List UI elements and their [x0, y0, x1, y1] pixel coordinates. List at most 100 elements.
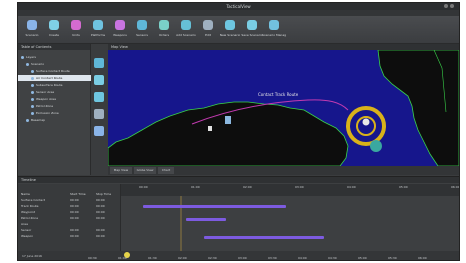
- timeline-start: 00:00: [70, 216, 79, 220]
- edit-icon: [203, 20, 213, 30]
- timeline-row[interactable]: Area: [18, 222, 120, 227]
- tree-item-label: Weapon Area: [36, 97, 56, 101]
- col-start: Start Time: [70, 192, 86, 196]
- toolbar-button-9[interactable]: New Scenario: [220, 19, 240, 41]
- timeline-tracks[interactable]: [121, 196, 459, 251]
- timeline-stop: 00:00: [96, 228, 105, 232]
- tab-map-view[interactable]: Map View: [110, 167, 132, 174]
- map-canvas[interactable]: Contact Track Route: [108, 50, 459, 166]
- timeline-row[interactable]: Track Route 00:00 00:00: [18, 204, 120, 209]
- scrubber-tick: 01:00: [118, 256, 127, 260]
- track-bar[interactable]: [204, 236, 324, 239]
- scrubber-tick: 05:30: [388, 256, 397, 260]
- toolbar-label: Sensors: [136, 33, 148, 37]
- layer-tool-icon[interactable]: [94, 58, 104, 68]
- layer-icon: [26, 118, 29, 122]
- app-window: TacticalView File Edit View Help Scenari…: [17, 2, 460, 261]
- track-bar[interactable]: [143, 205, 286, 208]
- minimize-button[interactable]: [444, 4, 448, 8]
- toolbar-button-11[interactable]: Scenario Manager: [262, 19, 286, 41]
- timeline-panel: Timeline Name Start Time Stop Time Surfa…: [18, 176, 459, 260]
- toolbar-button-5[interactable]: Sensors: [132, 19, 152, 41]
- col-stop: Stop Time: [96, 192, 112, 196]
- toolbar-label: New Scenario: [219, 33, 241, 37]
- toolbar-button-4[interactable]: Weapons: [110, 19, 130, 41]
- toolbar-button-2[interactable]: Units: [66, 19, 86, 41]
- timeline-name: Sensor: [21, 228, 32, 232]
- timeline-ruler: 00:00 01:00 02:00 03:00 04:00 05:00 06:00: [121, 184, 459, 196]
- toolbar-button-3[interactable]: Platforms: [88, 19, 108, 41]
- ruler-tick: 06:00: [451, 185, 460, 189]
- select-tool-icon[interactable]: [94, 75, 104, 85]
- tree-item[interactable]: Scenario: [18, 61, 98, 67]
- ruler-tick: 04:00: [347, 185, 356, 189]
- tree-item-label: Sensor Area: [36, 90, 55, 94]
- tree-item-label: Basemap: [31, 118, 45, 122]
- scrubber-tick: 00:30: [88, 256, 97, 260]
- toolbar: Scenario Create Units Platforms Weapons Senso…: [18, 16, 459, 44]
- timeline-row[interactable]: Patrol Zone 00:00 00:00: [18, 216, 120, 221]
- timeline-row[interactable]: Waypoint 00:00 00:00: [18, 210, 120, 215]
- timeline-stop: 00:00: [96, 234, 105, 238]
- timeline-scrubber[interactable]: 17 June 2016 00:30 01:00 01:30 02:00 02:30 03…: [18, 251, 459, 260]
- col-name: Name: [21, 192, 30, 196]
- scrubber-tick: 01:30: [148, 256, 157, 260]
- timeline-start: 00:00: [70, 234, 79, 238]
- close-button[interactable]: [450, 4, 454, 8]
- new-scenario-icon: [225, 20, 235, 30]
- create-icon: [49, 20, 59, 30]
- timeline-start: 00:00: [70, 210, 79, 214]
- timeline-row[interactable]: Weapon 00:00 00:00: [18, 234, 120, 239]
- unit-marker-icon[interactable]: [370, 140, 382, 152]
- toolbar-label: Save Scenario: [241, 33, 263, 37]
- orders-icon: [159, 20, 169, 30]
- scrubber-tick: 04:30: [328, 256, 337, 260]
- waypoint-marker-icon[interactable]: [225, 116, 231, 124]
- toolbar-label: Edit: [205, 33, 211, 37]
- target-marker-icon[interactable]: [362, 118, 370, 126]
- toolbar-label: Scenario Manager: [262, 33, 286, 37]
- side-toolbar: [91, 44, 107, 175]
- toolbar-button-0[interactable]: Scenario: [22, 19, 42, 41]
- track-bar[interactable]: [186, 218, 226, 221]
- timeline-date: 17 June 2016: [22, 254, 42, 258]
- table-of-contents-panel: Table of Contents Layers Scenario Surface …: [18, 44, 103, 175]
- toolbar-button-10[interactable]: Save Scenario: [241, 19, 263, 41]
- pan-tool-icon[interactable]: [94, 126, 104, 136]
- scenario-icon: [27, 20, 37, 30]
- scrubber-tick: 06:00: [418, 256, 427, 260]
- map-tabs: Map View Globe View Chart: [108, 166, 459, 175]
- measure-tool-icon[interactable]: [94, 92, 104, 102]
- start-marker-icon[interactable]: [208, 126, 212, 131]
- timeline-start: 00:00: [70, 204, 79, 208]
- tree-item-label: Subsurface Route: [36, 83, 63, 87]
- map-view[interactable]: Map View Contact Track Route: [108, 44, 459, 166]
- toolbar-label: Platforms: [90, 33, 106, 37]
- sensors-icon: [137, 20, 147, 30]
- platforms-icon: [93, 20, 103, 30]
- toolbar-button-6[interactable]: Orders: [154, 19, 174, 41]
- tab-chart[interactable]: Chart: [158, 167, 174, 174]
- tab-globe-view[interactable]: Globe View: [134, 167, 156, 174]
- toolbar-button-8[interactable]: Edit: [198, 19, 218, 41]
- timeline-stop: 00:00: [96, 210, 105, 214]
- scrubber-tick: 05:00: [358, 256, 367, 260]
- toolbar-label: Orders: [158, 33, 170, 37]
- tree-item[interactable]: Basemap: [18, 117, 98, 123]
- toolbar-button-7[interactable]: Add Scenario: [176, 19, 196, 41]
- draw-tool-icon[interactable]: [94, 109, 104, 119]
- panel-title: Table of Contents: [18, 44, 90, 50]
- timeline-row[interactable]: Sensor 00:00 00:00: [18, 228, 120, 233]
- timeline-start: 00:00: [70, 228, 79, 232]
- weapons-icon: [115, 20, 125, 30]
- timeline-row[interactable]: Surface Contact 00:00 00:00: [18, 198, 120, 203]
- tree-item[interactable]: Layers: [18, 54, 93, 60]
- tree-item-label: Surface Contact Route: [36, 69, 70, 73]
- save-scenario-icon: [247, 20, 257, 30]
- timeline-name: Area: [21, 222, 28, 226]
- ruler-tick: 02:00: [243, 185, 252, 189]
- layer-icon: [31, 76, 34, 80]
- timeline-name: Weapon: [21, 234, 34, 238]
- route-label: Contact Track Route: [258, 92, 299, 97]
- toolbar-button-1[interactable]: Create: [44, 19, 64, 41]
